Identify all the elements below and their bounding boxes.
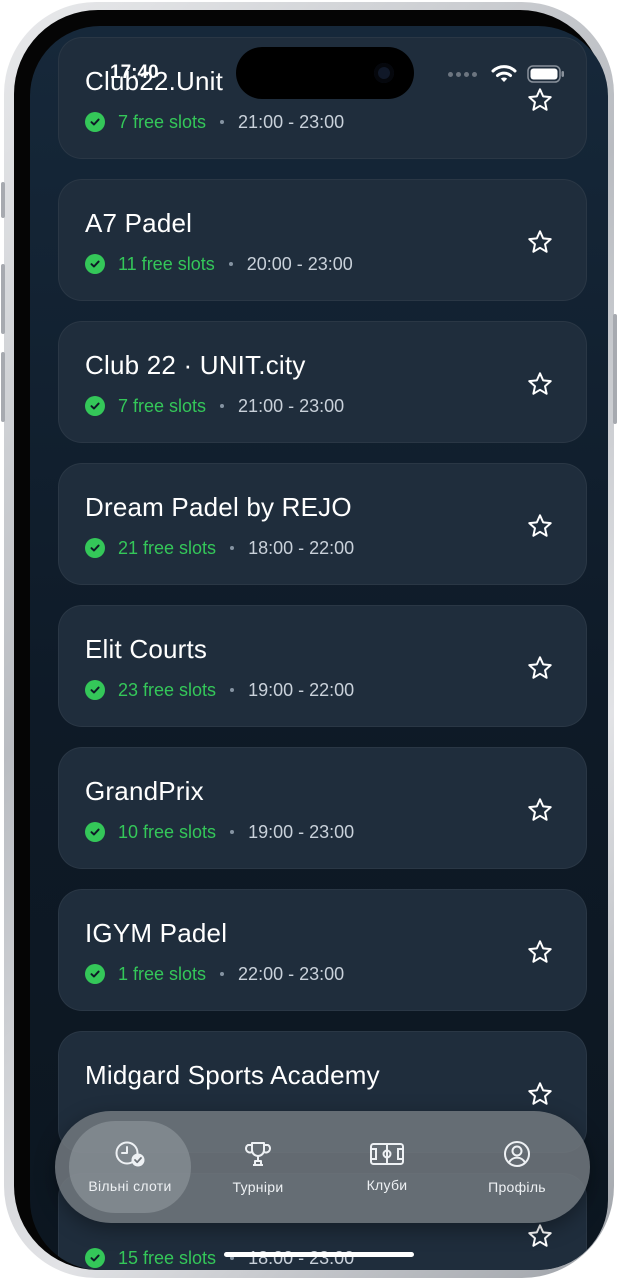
battery-icon — [527, 65, 564, 83]
separator-dot — [220, 120, 225, 124]
check-circle-icon — [85, 964, 105, 984]
tab-tournaments[interactable]: Турніри — [203, 1121, 313, 1213]
free-slots-count: 23 free slots — [118, 679, 217, 700]
action-button — [1, 182, 5, 218]
status-icons — [448, 64, 565, 84]
club-name: IGYM Padel — [85, 918, 228, 948]
time-range: 20:00 - 23:00 — [246, 253, 353, 274]
power-button — [613, 314, 617, 424]
club-card[interactable]: A7 Padel 11 free slots 20:00 - 23:00 — [58, 179, 587, 301]
separator-dot — [220, 404, 225, 408]
free-slots-count: 21 free slots — [118, 537, 217, 558]
club-meta: 23 free slots 19:00 - 22:00 — [85, 678, 354, 702]
free-slots-count: 10 free slots — [118, 821, 217, 842]
tab-label: Турніри — [232, 1179, 284, 1195]
time-range: 21:00 - 23:00 — [238, 111, 345, 132]
tab-label: Профіль — [488, 1179, 546, 1195]
club-card[interactable]: Club 22 · UNIT.city 7 free slots 21:00 -… — [58, 321, 587, 443]
check-circle-icon — [85, 396, 105, 416]
time-range: 19:00 - 22:00 — [248, 679, 355, 700]
club-meta: 7 free slots 21:00 - 23:00 — [85, 110, 344, 134]
phone-frame: Club22.Unit 7 free slots 21:00 - 23:00 A… — [1, 2, 617, 1278]
free-slots-count: 7 free slots — [118, 111, 207, 132]
star-icon[interactable] — [526, 228, 554, 256]
separator-dot — [220, 972, 225, 976]
club-name: Club 22 · UNIT.city — [85, 350, 306, 380]
club-name: A7 Padel — [85, 208, 193, 238]
club-meta: 21 free slots 18:00 - 22:00 — [85, 536, 354, 560]
star-icon[interactable] — [526, 796, 554, 824]
cellular-signal-icon — [448, 71, 477, 77]
time-range: 22:00 - 23:00 — [238, 963, 345, 984]
home-indicator[interactable] — [224, 1252, 414, 1257]
club-card[interactable]: GrandPrix 10 free slots 19:00 - 23:00 — [58, 747, 587, 869]
time-range: 18:00 - 23:00 — [248, 1247, 355, 1268]
volume-up-button — [1, 264, 5, 334]
check-circle-icon — [85, 254, 105, 274]
club-name: Midgard Sports Academy — [85, 1060, 380, 1090]
club-meta: 15 free slots 18:00 - 23:00 — [85, 1246, 354, 1270]
separator-dot — [230, 546, 235, 550]
star-icon[interactable] — [526, 512, 554, 540]
star-icon[interactable] — [526, 370, 554, 398]
bezel: Club22.Unit 7 free slots 21:00 - 23:00 A… — [14, 10, 608, 1270]
separator-dot — [230, 830, 235, 834]
trophy-icon — [245, 1142, 271, 1166]
club-name: GrandPrix — [85, 776, 204, 806]
check-circle-icon — [85, 680, 105, 700]
tab-label: Клуби — [366, 1177, 408, 1193]
dynamic-island — [236, 47, 414, 99]
free-slots-count: 7 free slots — [118, 395, 207, 416]
club-meta: 1 free slots 22:00 - 23:00 — [85, 962, 344, 986]
time-range: 21:00 - 23:00 — [238, 395, 345, 416]
check-circle-icon — [85, 822, 105, 842]
star-icon[interactable] — [526, 654, 554, 682]
club-meta: 10 free slots 19:00 - 23:00 — [85, 820, 354, 844]
club-meta: 7 free slots 21:00 - 23:00 — [85, 394, 344, 418]
club-name: Dream Padel by REJO — [85, 492, 352, 522]
check-circle-icon — [85, 1248, 105, 1268]
check-circle-icon — [85, 538, 105, 558]
free-slots-count: 15 free slots — [118, 1247, 217, 1268]
club-card[interactable]: Dream Padel by REJO 21 free slots 18:00 … — [58, 463, 587, 585]
free-slots-count: 1 free slots — [118, 963, 207, 984]
tab-profile[interactable]: Профіль — [467, 1121, 567, 1213]
tab-label: Вільні слоти — [88, 1178, 172, 1194]
clock-check-icon — [115, 1141, 145, 1167]
tab-bar: Вільні слоти Турніри Клуби Профіль — [55, 1111, 590, 1223]
check-circle-icon — [85, 112, 105, 132]
screen: Club22.Unit 7 free slots 21:00 - 23:00 A… — [30, 26, 608, 1270]
club-card[interactable]: Elit Courts 23 free slots 19:00 - 22:00 — [58, 605, 587, 727]
star-icon[interactable] — [526, 1222, 554, 1250]
club-meta: 11 free slots 20:00 - 23:00 — [85, 252, 353, 276]
free-slots-count: 11 free slots — [118, 253, 215, 274]
club-name: Elit Courts — [85, 634, 208, 664]
court-icon — [370, 1143, 404, 1165]
profile-icon — [504, 1141, 530, 1167]
separator-dot — [230, 688, 235, 692]
time-range: 18:00 - 22:00 — [248, 537, 355, 558]
separator-dot — [228, 262, 233, 266]
tab-free-slots[interactable]: Вільні слоти — [69, 1121, 191, 1213]
club-card[interactable]: IGYM Padel 1 free slots 22:00 - 23:00 — [58, 889, 587, 1011]
star-icon[interactable] — [526, 86, 554, 114]
star-icon[interactable] — [526, 938, 554, 966]
tab-clubs[interactable]: Клуби — [337, 1121, 437, 1213]
time-range: 19:00 - 23:00 — [248, 821, 355, 842]
status-time: 17:40 — [110, 62, 159, 83]
wifi-icon — [491, 65, 517, 82]
star-icon[interactable] — [526, 1080, 554, 1108]
camera-icon — [374, 63, 394, 83]
volume-down-button — [1, 352, 5, 422]
